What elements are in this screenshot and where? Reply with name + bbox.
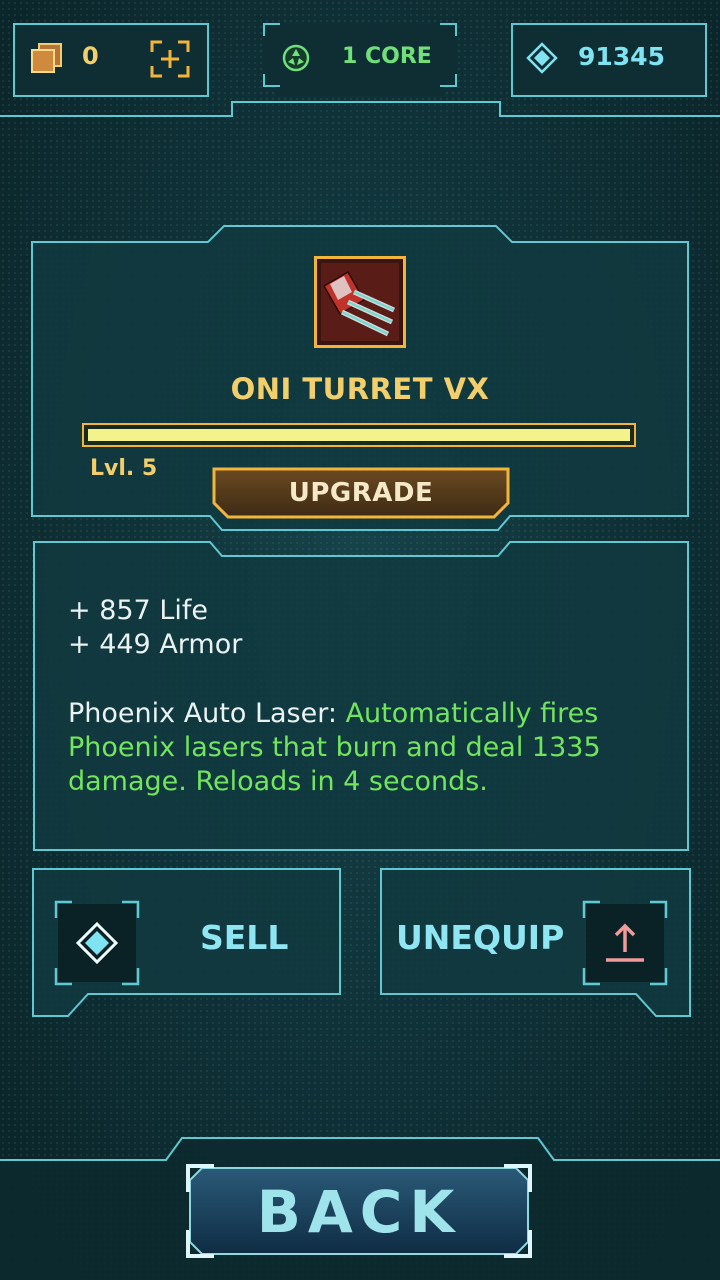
- unequip-label: UNEQUIP: [396, 918, 565, 957]
- ability-description: Phoenix Auto Laser: Automatically fires …: [68, 697, 668, 799]
- armor-stat: + 449 Armor: [68, 629, 243, 660]
- back-label: BACK: [256, 1178, 462, 1246]
- ability-name: Phoenix Auto Laser:: [68, 698, 337, 729]
- unequip-arrow-icon: [582, 900, 668, 986]
- life-stat: + 857 Life: [68, 595, 208, 626]
- sell-label: SELL: [200, 918, 289, 957]
- sell-diamond-icon: [54, 900, 140, 986]
